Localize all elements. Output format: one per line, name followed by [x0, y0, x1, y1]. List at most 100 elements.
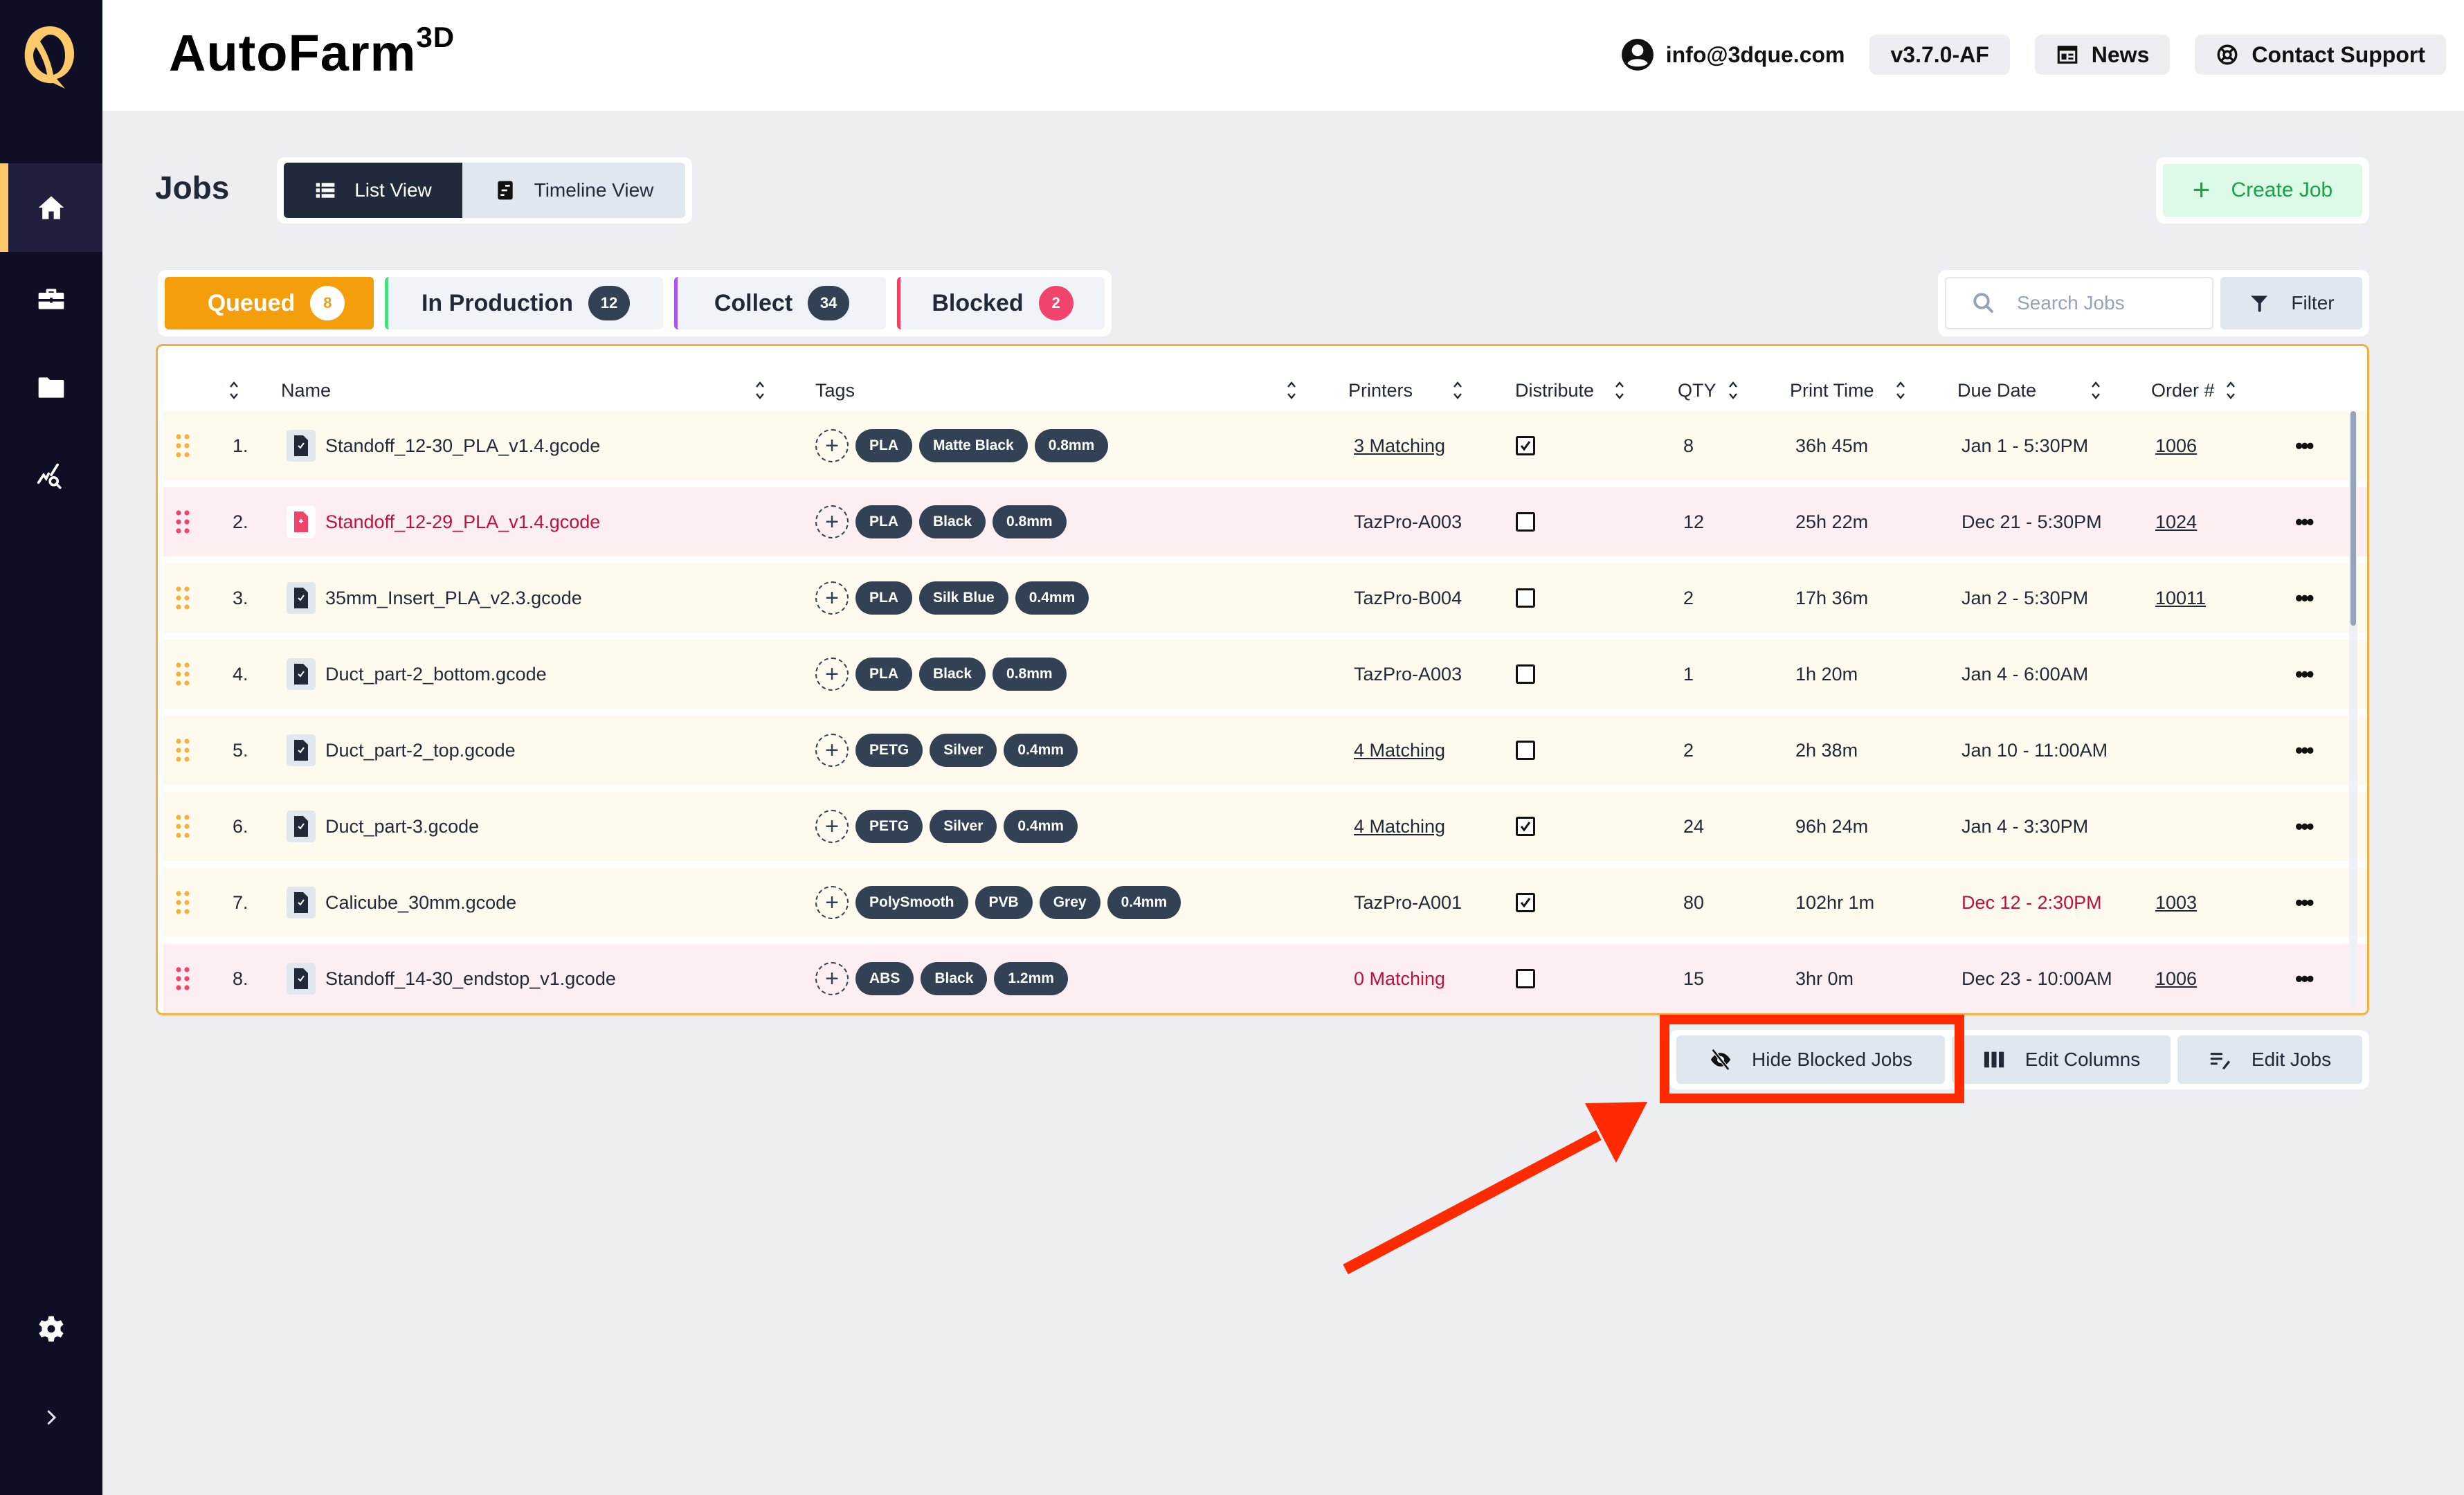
row-more-options-button[interactable]: •••: [2295, 563, 2314, 633]
table-row[interactable]: 6. Duct_part-3.gcode + PETG Silver 0.4mm 4 Mat…: [163, 792, 2367, 861]
tag-chip[interactable]: Silk Blue: [919, 581, 1008, 615]
tag-chip[interactable]: PolySmooth: [855, 886, 968, 919]
tag-chip[interactable]: ABS: [855, 962, 914, 995]
tag-chip[interactable]: PLA: [855, 429, 912, 462]
tag-chip[interactable]: PVB: [975, 886, 1033, 919]
column-header[interactable]: Print Time: [1790, 377, 1874, 404]
sidebar-item-analytics[interactable]: [0, 432, 102, 520]
sort-button[interactable]: [1726, 377, 1740, 404]
distribute-checkbox[interactable]: [1516, 741, 1535, 760]
tag-chip[interactable]: 0.4mm: [1015, 581, 1089, 615]
printers-value[interactable]: 4 Matching: [1354, 792, 1445, 861]
sidebar-item-settings[interactable]: [0, 1285, 102, 1373]
tag-chip[interactable]: 0.4mm: [1004, 734, 1078, 767]
printers-value[interactable]: 3 Matching: [1354, 411, 1445, 480]
scrollbar-thumb[interactable]: [2350, 411, 2356, 626]
sidebar-item-jobs[interactable]: [0, 255, 102, 343]
tag-chip[interactable]: Silver: [930, 810, 997, 843]
distribute-checkbox[interactable]: [1516, 817, 1535, 836]
drag-handle[interactable]: [176, 868, 190, 937]
column-header[interactable]: Distribute: [1515, 377, 1594, 404]
drag-handle[interactable]: [176, 640, 190, 709]
order-number-link[interactable]: 1006: [2155, 411, 2197, 480]
sort-button[interactable]: [1285, 377, 1298, 404]
tag-chip[interactable]: PETG: [855, 734, 923, 767]
row-more-options-button[interactable]: •••: [2295, 487, 2314, 556]
drag-handle[interactable]: [176, 716, 190, 785]
create-job-button[interactable]: + Create Job: [2163, 164, 2362, 217]
add-tag-button[interactable]: +: [815, 581, 849, 615]
edit-columns-button[interactable]: Edit Columns: [1952, 1035, 2171, 1084]
add-tag-button[interactable]: +: [815, 886, 849, 919]
tag-chip[interactable]: PLA: [855, 505, 912, 538]
tag-chip[interactable]: Silver: [930, 734, 997, 767]
tag-chip[interactable]: Black: [919, 505, 986, 538]
tag-chip[interactable]: 0.8mm: [993, 658, 1067, 691]
add-tag-button[interactable]: +: [815, 658, 849, 691]
filter-button[interactable]: Filter: [2220, 277, 2362, 329]
sidebar-item-files[interactable]: [0, 343, 102, 432]
printers-value[interactable]: 4 Matching: [1354, 716, 1445, 785]
drag-handle[interactable]: [176, 792, 190, 861]
row-more-options-button[interactable]: •••: [2295, 716, 2314, 785]
drag-handle[interactable]: [176, 563, 190, 633]
job-name-cell[interactable]: Duct_part-2_bottom.gcode: [287, 640, 547, 709]
sort-button[interactable]: [1894, 377, 1908, 404]
tag-chip[interactable]: 1.2mm: [994, 962, 1068, 995]
job-name-cell[interactable]: Duct_part-2_top.gcode: [287, 716, 516, 785]
search-input[interactable]: [2017, 292, 2211, 314]
tag-chip[interactable]: PLA: [855, 581, 912, 615]
add-tag-button[interactable]: +: [815, 505, 849, 538]
tag-chip[interactable]: 0.8mm: [1034, 429, 1109, 462]
drag-handle[interactable]: [176, 944, 190, 1013]
contact-support-button[interactable]: Contact Support: [2195, 35, 2446, 75]
drag-handle[interactable]: [176, 487, 190, 556]
tab-queued[interactable]: Queued 8: [165, 277, 374, 329]
distribute-checkbox[interactable]: [1516, 588, 1535, 608]
distribute-checkbox[interactable]: [1516, 893, 1535, 912]
tag-chip[interactable]: PLA: [855, 658, 912, 691]
search-field[interactable]: [1945, 277, 2213, 329]
user-account[interactable]: info@3dque.com: [1620, 37, 1845, 72]
distribute-checkbox[interactable]: [1516, 969, 1535, 988]
tag-chip[interactable]: 0.4mm: [1004, 810, 1078, 843]
sort-button[interactable]: [1613, 377, 1627, 404]
add-tag-button[interactable]: +: [815, 810, 849, 843]
sidebar-item-home[interactable]: [0, 163, 102, 252]
order-number-link[interactable]: 10011: [2155, 563, 2206, 633]
job-name-cell[interactable]: Standoff_12-30_PLA_v1.4.gcode: [287, 411, 600, 480]
column-header[interactable]: Printers: [1348, 377, 1413, 404]
job-name-cell[interactable]: Standoff_14-30_endstop_v1.gcode: [287, 944, 616, 1013]
job-name-cell[interactable]: Calicube_30mm.gcode: [287, 868, 516, 937]
table-row[interactable]: 4. Duct_part-2_bottom.gcode + PLA Black 0.8mm…: [163, 640, 2367, 709]
order-number-link[interactable]: 1006: [2155, 944, 2197, 1013]
tag-chip[interactable]: Matte Black: [919, 429, 1028, 462]
row-more-options-button[interactable]: •••: [2295, 411, 2314, 480]
edit-jobs-button[interactable]: Edit Jobs: [2177, 1035, 2362, 1084]
column-header[interactable]: Order #: [2151, 377, 2215, 404]
order-number-link[interactable]: 1024: [2155, 487, 2197, 556]
row-more-options-button[interactable]: •••: [2295, 640, 2314, 709]
sort-button[interactable]: [227, 377, 241, 404]
drag-handle[interactable]: [176, 411, 190, 480]
tag-chip[interactable]: Grey: [1039, 886, 1100, 919]
table-row[interactable]: 3. 35mm_Insert_PLA_v2.3.gcode + PLA Silk Blu…: [163, 563, 2367, 633]
tag-chip[interactable]: 0.8mm: [993, 505, 1067, 538]
table-scrollbar[interactable]: [2349, 411, 2357, 1006]
distribute-checkbox[interactable]: [1516, 436, 1535, 455]
add-tag-button[interactable]: +: [815, 429, 849, 462]
list-view-button[interactable]: List View: [284, 163, 462, 218]
column-header[interactable]: Tags: [815, 377, 855, 404]
tag-chip[interactable]: Black: [921, 962, 988, 995]
distribute-checkbox[interactable]: [1516, 664, 1535, 684]
table-row[interactable]: 5. Duct_part-2_top.gcode + PETG Silver 0.4mm 4…: [163, 716, 2367, 785]
tag-chip[interactable]: PETG: [855, 810, 923, 843]
job-name-cell[interactable]: Standoff_12-29_PLA_v1.4.gcode: [287, 487, 600, 556]
sort-button[interactable]: [2089, 377, 2103, 404]
sort-button[interactable]: [1451, 377, 1465, 404]
table-row[interactable]: 8. Standoff_14-30_endstop_v1.gcode + ABS Bla…: [163, 944, 2367, 1013]
job-name-cell[interactable]: Duct_part-3.gcode: [287, 792, 479, 861]
distribute-checkbox[interactable]: [1516, 512, 1535, 532]
column-header[interactable]: Due Date: [1957, 377, 2036, 404]
tab-collect[interactable]: Collect 34: [674, 277, 886, 329]
